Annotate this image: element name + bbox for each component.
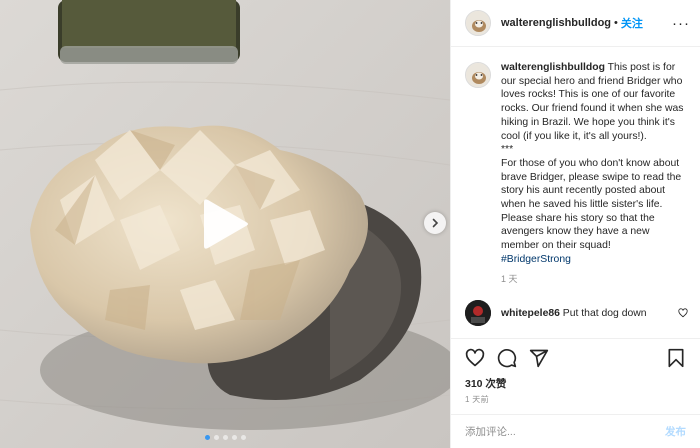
post-header: walterenglishbulldog • 关注 ··· — [451, 0, 700, 47]
share-icon — [529, 349, 549, 367]
comment-icon — [497, 348, 517, 367]
follow-button[interactable]: 关注 — [621, 15, 643, 31]
comment-like-heart-icon[interactable] — [678, 308, 688, 318]
carousel-dot — [222, 435, 228, 440]
carousel-dot — [213, 435, 219, 440]
caption-body: walterenglishbulldog This post is for ou… — [501, 61, 687, 286]
add-comment-input[interactable] — [465, 425, 665, 438]
carousel-next-button[interactable] — [424, 212, 446, 234]
bookmark-icon — [668, 348, 684, 367]
hashtag-link[interactable]: #BridgerStrong — [501, 254, 571, 265]
post-comment-button[interactable]: 发布 — [665, 424, 686, 439]
post-caption: walterenglishbulldog This post is for ou… — [465, 61, 688, 286]
bulldog-avatar-icon — [466, 11, 490, 35]
post-side-panel: walterenglishbulldog • 关注 ··· walterengl — [450, 0, 700, 448]
play-icon[interactable] — [198, 194, 254, 254]
bulldog-avatar-icon — [466, 63, 490, 87]
more-options-icon[interactable]: ··· — [672, 15, 690, 32]
comment-item: whitepele86 Put that dog down — [465, 300, 688, 327]
chevron-right-icon — [432, 218, 439, 228]
caption-text: This post is for our special hero and fr… — [501, 62, 684, 252]
header-separator: • — [614, 17, 618, 29]
avatar[interactable] — [465, 62, 491, 88]
comment-text: Put that dog down — [562, 307, 647, 319]
likes-count[interactable]: 310 次赞 — [451, 376, 700, 392]
add-comment-bar: 发布 — [451, 414, 700, 448]
like-button[interactable] — [463, 346, 487, 370]
share-button[interactable] — [527, 346, 551, 370]
carousel-dot — [240, 435, 246, 440]
avatar[interactable] — [465, 300, 491, 327]
post-media-video[interactable] — [0, 0, 450, 448]
post-author-username[interactable]: walterenglishbulldog — [501, 17, 611, 29]
user-avatar-icon — [465, 300, 491, 327]
comment-text-wrap: whitepele86 Put that dog down — [501, 308, 671, 319]
post-modal: walterenglishbulldog • 关注 ··· walterengl — [0, 0, 700, 448]
comment-button[interactable] — [495, 346, 519, 370]
carousel-dot — [204, 435, 210, 440]
post-actions-bar — [451, 338, 700, 376]
post-date[interactable]: 1 天前 — [451, 392, 700, 414]
carousel-indicator — [0, 435, 450, 440]
heart-icon — [465, 348, 485, 366]
comment-username[interactable]: whitepele86 — [501, 308, 560, 319]
caption-username[interactable]: walterenglishbulldog — [501, 62, 605, 73]
comments-list[interactable]: walterenglishbulldog This post is for ou… — [451, 47, 700, 338]
avatar[interactable] — [465, 10, 491, 36]
carousel-dot — [231, 435, 237, 440]
caption-timestamp[interactable]: 1 天 — [501, 273, 687, 287]
save-button[interactable] — [664, 346, 688, 370]
